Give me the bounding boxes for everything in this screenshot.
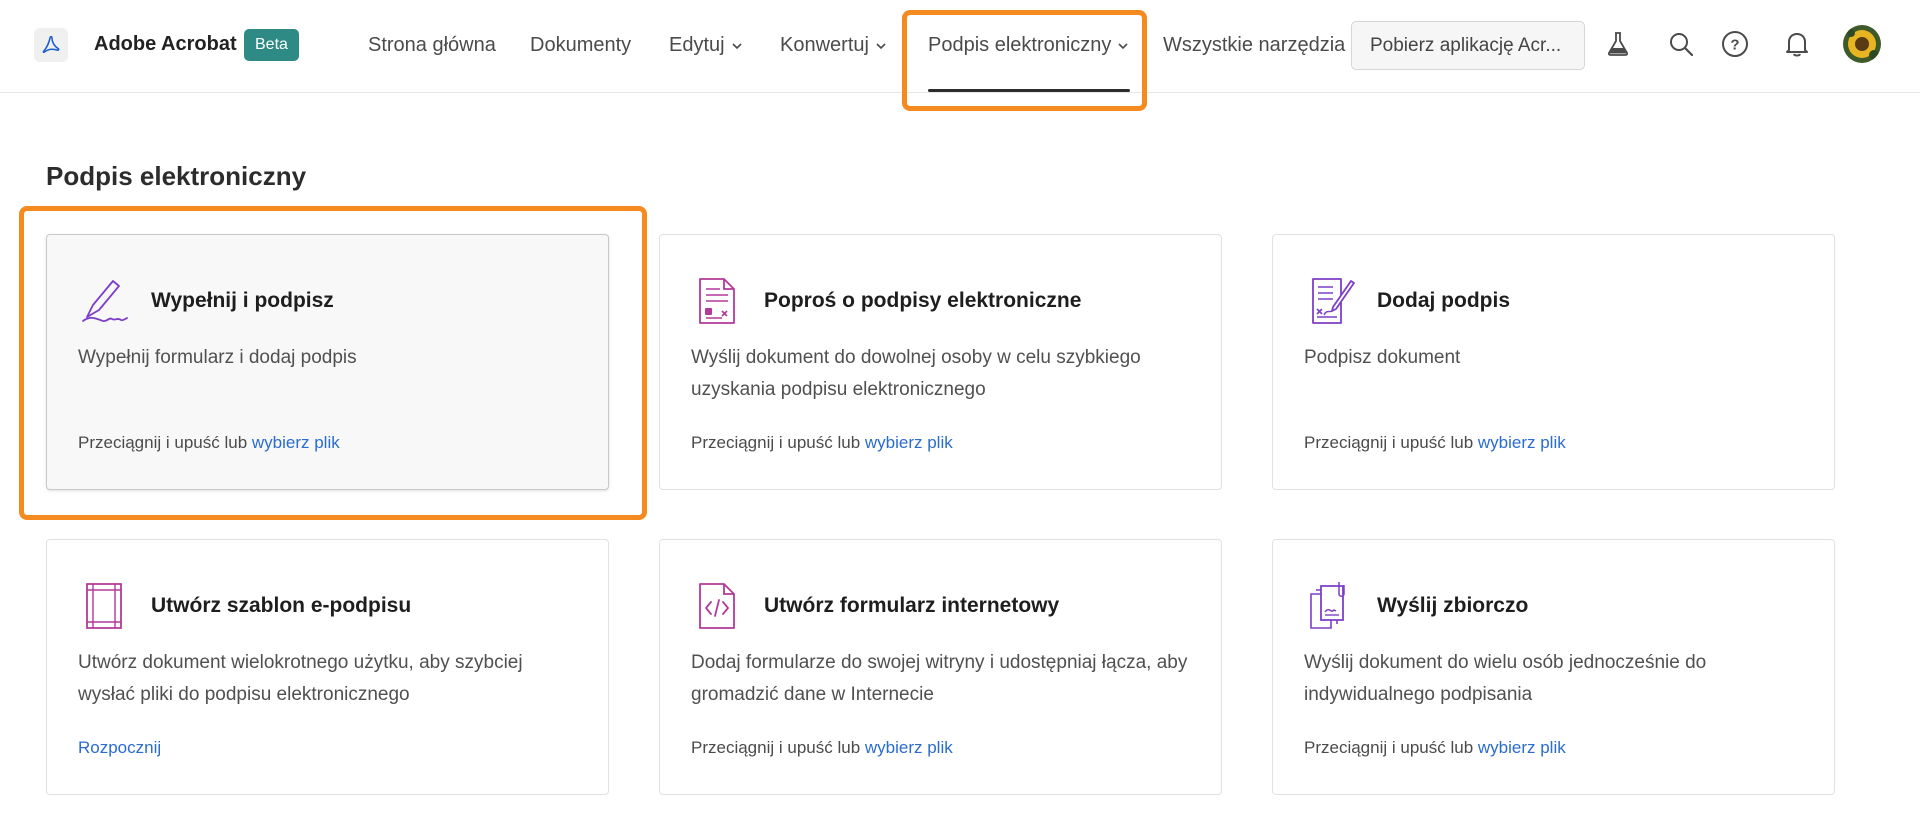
svg-text:?: ?	[1730, 37, 1739, 54]
card-bulk-send[interactable]: Wyślij zbiorczo Wyślij dokument do wielu…	[1272, 539, 1835, 795]
nav-all-tools-label: Wszystkie narzędzia	[1163, 34, 1346, 56]
card-request-signatures[interactable]: Poproś o podpisy elektroniczne Wyślij do…	[659, 234, 1222, 490]
card-title: Wyślij zbiorczo	[1377, 594, 1529, 617]
drag-drop-text: Przeciągnij i upuść lub	[691, 738, 865, 757]
template-icon	[86, 583, 122, 629]
page-title: Podpis elektroniczny	[46, 161, 307, 191]
card-description: Wyślij dokument do wielu osób jednocześn…	[1304, 652, 1707, 705]
drag-drop-text: Przeciągnij i upuść lub	[1304, 433, 1478, 452]
start-link[interactable]: Rozpocznij	[78, 738, 161, 757]
web-form-icon	[699, 583, 735, 629]
card-highlight-frame	[19, 206, 647, 520]
nav-documents[interactable]: Dokumenty	[530, 34, 631, 57]
nav-all-tools[interactable]: Wszystkie narzędzia	[1163, 34, 1345, 57]
card-footer: Przeciągnij i upuść lub wybierz plik	[691, 738, 953, 758]
nav-convert-label: Konwertuj	[780, 34, 869, 56]
card-title: Dodaj podpis	[1377, 289, 1510, 312]
card-footer: Przeciągnij i upuść lub wybierz plik	[1304, 738, 1566, 758]
acrobat-logo-icon[interactable]	[34, 28, 68, 62]
card-create-web-form[interactable]: Utwórz formularz internetowy Dodaj formu…	[659, 539, 1222, 795]
nav-home[interactable]: Strona główna	[368, 34, 496, 57]
card-title: Utwórz szablon e-podpisu	[151, 594, 412, 617]
help-icon[interactable]: ?	[1718, 27, 1752, 61]
card-title: Poproś o podpisy elektroniczne	[764, 289, 1082, 312]
app-name[interactable]: Adobe Acrobat	[94, 33, 237, 56]
avatar[interactable]	[1843, 25, 1881, 63]
card-description: Podpisz dokument	[1304, 347, 1461, 368]
nav-edit[interactable]: Edytuj	[669, 34, 743, 57]
nav-highlight-frame	[902, 10, 1147, 111]
nav-convert[interactable]: Konwertuj	[780, 34, 887, 57]
card-footer: Przeciągnij i upuść lub wybierz plik	[1304, 433, 1566, 453]
chevron-down-icon	[732, 42, 742, 49]
drag-drop-text: Przeciągnij i upuść lub	[691, 433, 865, 452]
beta-badge: Beta	[244, 29, 299, 61]
choose-file-link[interactable]: wybierz plik	[865, 738, 953, 757]
bulk-send-icon	[1310, 582, 1345, 629]
nav-edit-label: Edytuj	[669, 34, 725, 56]
card-description: Utwórz dokument wielokrotnego użytku, ab…	[78, 652, 523, 705]
request-signatures-icon	[699, 278, 735, 324]
card-footer: Przeciągnij i upuść lub wybierz plik	[691, 433, 953, 453]
card-create-template[interactable]: Utwórz szablon e-podpisu Utwórz dokument…	[46, 539, 609, 795]
get-app-button[interactable]: Pobierz aplikację Acr...	[1351, 21, 1585, 70]
bell-icon[interactable]	[1780, 27, 1814, 61]
card-footer: Rozpocznij	[78, 738, 161, 758]
drag-drop-text: Przeciągnij i upuść lub	[1304, 738, 1478, 757]
add-signature-icon	[1312, 278, 1355, 324]
card-description: Dodaj formularze do swojej witryny i udo…	[691, 652, 1188, 705]
nav-documents-label: Dokumenty	[530, 34, 632, 56]
search-icon[interactable]	[1664, 27, 1698, 61]
choose-file-link[interactable]: wybierz plik	[1478, 433, 1566, 452]
flask-icon[interactable]	[1601, 27, 1635, 61]
card-title: Utwórz formularz internetowy	[764, 594, 1060, 617]
chevron-down-icon	[876, 42, 886, 49]
choose-file-link[interactable]: wybierz plik	[865, 433, 953, 452]
card-add-signature[interactable]: Dodaj podpis Podpisz dokument Przeciągni…	[1272, 234, 1835, 490]
nav-home-label: Strona główna	[368, 34, 496, 56]
choose-file-link[interactable]: wybierz plik	[1478, 738, 1566, 757]
card-description: Wyślij dokument do dowolnej osoby w celu…	[691, 347, 1141, 400]
